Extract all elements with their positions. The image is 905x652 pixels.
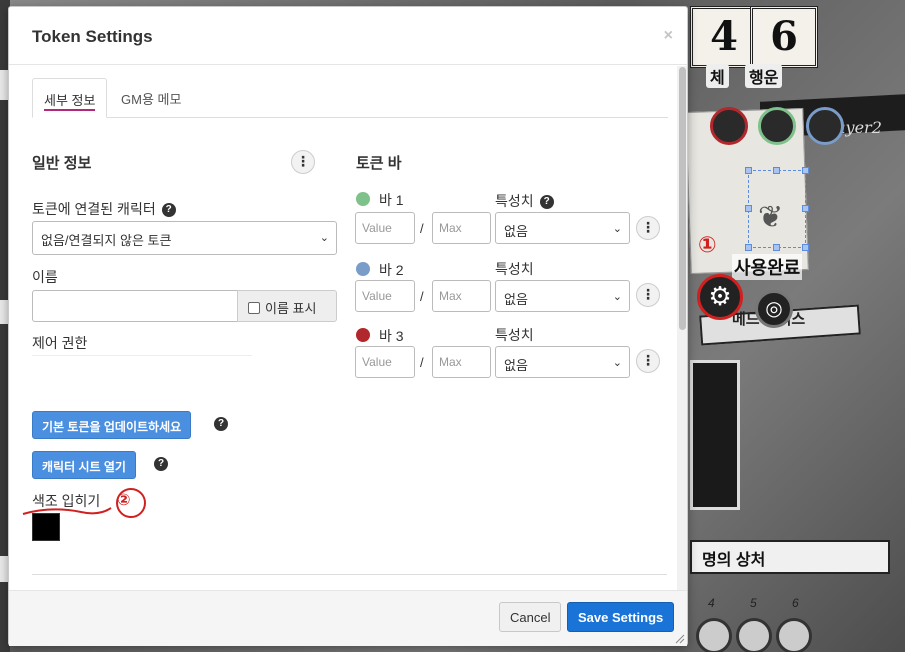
bar-1-label: 바 1 xyxy=(379,192,404,208)
bar-1-attribute-value: 없음 xyxy=(504,224,528,239)
name-label: 이름 xyxy=(32,269,58,285)
stat-card-body: 4 xyxy=(690,6,758,68)
help-icon[interactable]: ? xyxy=(161,203,176,218)
resize-handle[interactable] xyxy=(745,167,752,174)
resize-handle[interactable] xyxy=(745,244,752,251)
show-name-checkbox[interactable] xyxy=(248,302,260,314)
show-name-toggle[interactable]: 이름 표시 xyxy=(237,290,337,322)
linked-character-value: 없음/연결되지 않은 토큰 xyxy=(41,233,172,248)
dial-token[interactable] xyxy=(776,618,812,652)
open-character-sheet-button[interactable]: 캐릭터 시트 열기 xyxy=(32,451,136,479)
bar-2-label: 바 2 xyxy=(379,262,404,278)
tint-color-swatch[interactable] xyxy=(32,513,60,541)
show-name-label: 이름 표시 xyxy=(265,301,317,316)
annotation-mark-1: ① xyxy=(698,232,717,257)
bar-2-attribute-value: 없음 xyxy=(504,292,528,307)
tab-label: GM용 메모 xyxy=(121,92,182,107)
resize-handle[interactable] xyxy=(802,205,809,212)
resize-handle[interactable] xyxy=(773,167,780,174)
wound-frame-text: 명의 상처 xyxy=(702,552,766,569)
bar-3-max-input[interactable]: Max xyxy=(432,346,491,378)
help-icon[interactable]: ? xyxy=(539,195,554,210)
bar-3-value-input[interactable]: Value xyxy=(355,346,415,378)
chevron-down-icon: ⌄ xyxy=(612,357,622,369)
save-settings-button[interactable]: Save Settings xyxy=(567,602,675,632)
token-settings-dialog: Token Settings × 세부 정보 GM용 메모 일반 정보 ⋮ 토큰… xyxy=(8,6,688,646)
control-label: 제어 권한 xyxy=(32,335,88,351)
butterfly-icon: ❦ xyxy=(758,201,784,234)
bar-1-slash: / xyxy=(420,221,424,236)
chevron-down-icon: ⌄ xyxy=(612,291,622,303)
bar-1-attribute-label: 특성치? xyxy=(495,191,554,211)
resize-handle[interactable] xyxy=(773,244,780,251)
dial-token[interactable] xyxy=(736,618,772,652)
bar-1-max-input[interactable]: Max xyxy=(432,212,491,244)
resize-handle[interactable] xyxy=(802,167,809,174)
bar-1-color-icon xyxy=(356,192,370,206)
bar-3-menu-icon[interactable]: ⋮ xyxy=(636,349,660,373)
bar-1-attribute-select[interactable]: 없음 ⌄ xyxy=(495,212,630,244)
resize-handle[interactable] xyxy=(745,205,752,212)
bar-2-value-input[interactable]: Value xyxy=(355,280,415,312)
name-input[interactable] xyxy=(32,290,238,322)
stat-card-luck: 6 xyxy=(750,6,818,68)
tab-bar: 세부 정보 GM용 메모 xyxy=(32,78,668,118)
dialog-footer: Cancel Save Settings xyxy=(9,590,687,646)
dialog-header: Token Settings × xyxy=(9,7,687,65)
bar-2-slash: / xyxy=(420,289,424,304)
bar-2-max-input[interactable]: Max xyxy=(432,280,491,312)
linked-character-label: 토큰에 연결된 캐릭터? xyxy=(32,199,176,219)
cancel-button[interactable]: Cancel xyxy=(499,602,562,632)
general-info-menu-icon[interactable]: ⋮ xyxy=(291,150,315,174)
dial-number: 6 xyxy=(792,596,799,610)
bar-1-menu-icon[interactable]: ⋮ xyxy=(636,216,660,240)
bar-2-color-icon xyxy=(356,262,370,276)
bar-circle-blue[interactable] xyxy=(806,107,844,145)
divider xyxy=(32,574,667,575)
dialog-body: 세부 정보 GM용 메모 일반 정보 ⋮ 토큰에 연결된 캐릭터? 없음/연결되… xyxy=(9,66,679,590)
dialog-title: Token Settings xyxy=(32,27,153,46)
bar-2-attribute-label: 특성치 xyxy=(495,261,534,277)
bar-circle-red[interactable] xyxy=(710,107,748,145)
control-permissions-field[interactable] xyxy=(32,355,252,393)
linked-character-select[interactable]: 없음/연결되지 않은 토큰 ⌄ xyxy=(32,221,337,255)
tab-gm-notes[interactable]: GM용 메모 xyxy=(110,78,192,118)
bar-2-attribute-select[interactable]: 없음 ⌄ xyxy=(495,280,630,312)
tab-details[interactable]: 세부 정보 xyxy=(32,78,108,118)
annotation-mark-2: ② xyxy=(117,492,131,509)
update-default-token-button[interactable]: 기본 토큰을 업데이트하세요 xyxy=(32,411,192,439)
resize-handle[interactable] xyxy=(802,244,809,251)
bar-1-value-input[interactable]: Value xyxy=(355,212,415,244)
linked-character-label-text: 토큰에 연결된 캐릭터 xyxy=(32,201,156,217)
help-icon[interactable]: ? xyxy=(154,457,168,471)
dialog-scrollbar-thumb[interactable] xyxy=(679,67,686,330)
token-action-icon[interactable]: ◎ xyxy=(755,290,793,328)
stat-label-luck: 행운 xyxy=(745,64,783,88)
close-icon[interactable]: × xyxy=(664,27,673,45)
bar-circle-green[interactable] xyxy=(758,107,796,145)
chevron-down-icon: ⌄ xyxy=(319,232,329,244)
bar-2-menu-icon[interactable]: ⋮ xyxy=(636,283,660,307)
bar-3-attribute-select[interactable]: 없음 ⌄ xyxy=(495,346,630,378)
token-bars-heading: 토큰 바 xyxy=(356,155,402,172)
help-icon[interactable]: ? xyxy=(214,417,228,431)
dial-number: 5 xyxy=(750,596,757,610)
dial-number: 4 xyxy=(708,596,715,610)
bar-3-color-icon xyxy=(356,328,370,342)
token-settings-gear-icon[interactable]: ⚙ xyxy=(697,274,743,320)
chevron-down-icon: ⌄ xyxy=(612,223,622,235)
general-info-heading: 일반 정보 xyxy=(32,155,92,172)
dark-card xyxy=(690,360,740,510)
resize-grip-icon[interactable] xyxy=(675,634,685,644)
stat-label-body: 체 xyxy=(706,64,729,88)
bar-3-slash: / xyxy=(420,355,424,370)
bar-3-attribute-label: 특성치 xyxy=(495,327,534,343)
used-label: 사용완료 xyxy=(732,254,803,280)
bar-3-attribute-value: 없음 xyxy=(504,358,528,373)
attribute-label-text: 특성치 xyxy=(495,193,534,209)
tab-label: 세부 정보 xyxy=(44,93,96,111)
bar-3-label: 바 3 xyxy=(379,328,404,344)
dial-token[interactable] xyxy=(696,618,732,652)
